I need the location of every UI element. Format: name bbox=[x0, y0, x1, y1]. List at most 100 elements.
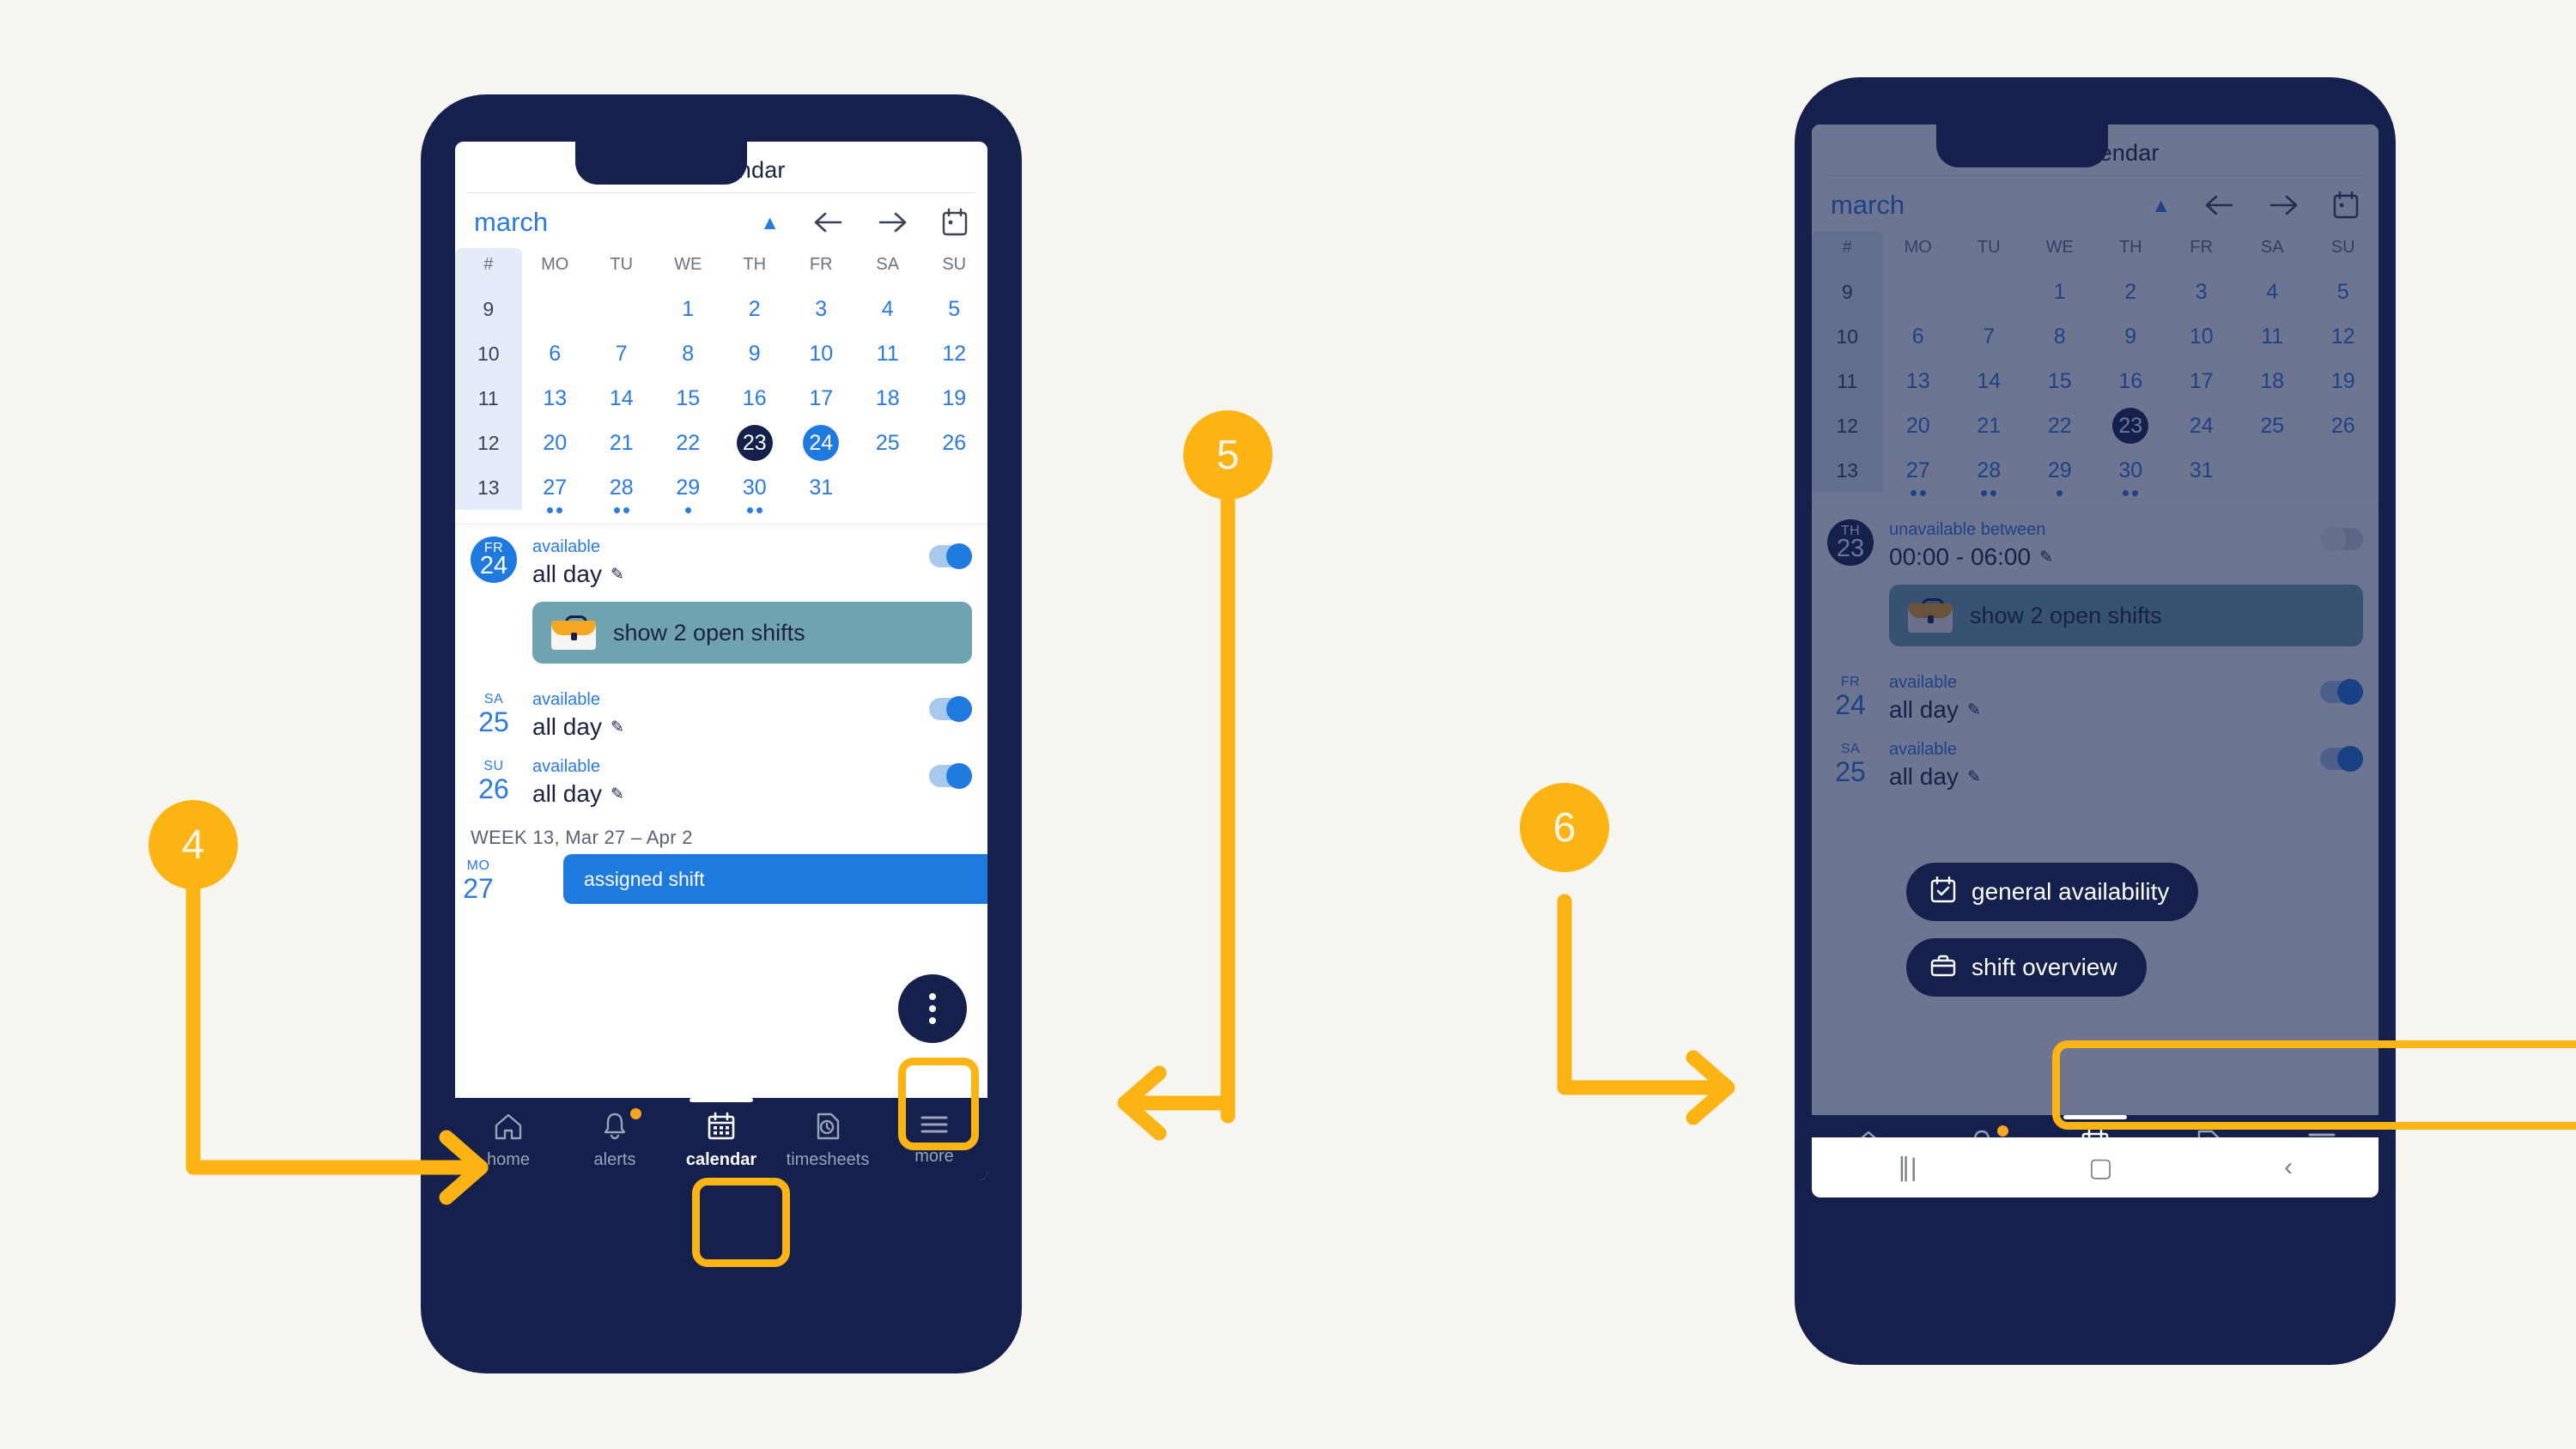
dot bbox=[929, 993, 936, 1000]
nav-item-timesheets[interactable]: timesheets bbox=[775, 1098, 881, 1170]
day-number: 19 bbox=[942, 385, 967, 410]
open-shifts-button[interactable]: show 2 open shifts bbox=[532, 602, 972, 664]
pencil-icon[interactable]: ✎ bbox=[611, 565, 624, 585]
more-options-fab[interactable] bbox=[898, 974, 967, 1043]
calendar-day-1[interactable]: 1 bbox=[655, 287, 722, 331]
highlight-more-options-fab bbox=[898, 1058, 979, 1150]
assigned-shift-bar[interactable]: assigned shift bbox=[563, 854, 987, 904]
event-row[interactable]: FR24 available all day✎ bbox=[455, 524, 987, 591]
calendar-day-empty bbox=[921, 465, 988, 510]
calendar-col-su: SU bbox=[942, 255, 967, 274]
calendar-day-23[interactable]: 23 bbox=[721, 421, 788, 465]
day-weekday: SU bbox=[483, 759, 504, 773]
open-shifts-label: show 2 open shifts bbox=[613, 619, 805, 646]
calendar-day-6[interactable]: 6 bbox=[522, 331, 589, 376]
android-system-nav[interactable]: ∥| ▢ ‹ bbox=[1812, 1137, 2379, 1197]
month-label[interactable]: march bbox=[474, 207, 548, 238]
availability-toggle[interactable] bbox=[929, 763, 972, 789]
nav-item-label: home bbox=[486, 1150, 531, 1169]
day-number: 28 bbox=[609, 475, 634, 500]
day-number: 27 bbox=[463, 873, 494, 904]
calendar-day-8[interactable]: 8 bbox=[655, 331, 722, 376]
day-weekday: SA bbox=[483, 692, 504, 706]
calendar-app-phone1: my calendar march ▲ #MOTUWETHFRSASU 9123… bbox=[455, 142, 987, 1180]
arrow-right-icon[interactable] bbox=[878, 210, 907, 234]
next-week-row[interactable]: MO 27 assigned shift bbox=[455, 854, 987, 904]
calendar-day-2[interactable]: 2 bbox=[721, 287, 788, 331]
nav-item-alerts[interactable]: alerts bbox=[562, 1098, 668, 1170]
calendar-week-row: 11 13 14 15 16 17 18 19 bbox=[455, 376, 987, 421]
calendar-day-20[interactable]: 20 bbox=[522, 421, 589, 465]
back-icon[interactable]: ‹ bbox=[2284, 1153, 2293, 1182]
day-number: 25 bbox=[478, 706, 509, 737]
calendar-day-12[interactable]: 12 bbox=[921, 331, 988, 376]
calendar-app-phone2: my calendar march ▲ #MOTUWETHFRSASU 9123… bbox=[1812, 124, 2379, 1197]
nav-item-home[interactable]: home bbox=[455, 1098, 562, 1170]
pencil-icon[interactable]: ✎ bbox=[611, 718, 624, 737]
day-number: 31 bbox=[809, 475, 834, 500]
calendar-day-31[interactable]: 31 bbox=[788, 465, 855, 510]
calendar-day-13[interactable]: 13 bbox=[522, 376, 589, 421]
calendar-day-9[interactable]: 9 bbox=[721, 331, 788, 376]
calendar-day-24[interactable]: 24 bbox=[788, 421, 855, 465]
week-number: 13 bbox=[455, 465, 522, 510]
day-number: 13 bbox=[543, 385, 568, 410]
day-number: 11 bbox=[876, 341, 899, 366]
day-number: 27 bbox=[543, 475, 568, 500]
day-number: 30 bbox=[742, 475, 767, 500]
menu-item-shift-overview[interactable]: shift overview bbox=[1906, 938, 2147, 997]
arrow-left-icon[interactable] bbox=[814, 210, 843, 234]
calendar-day-28[interactable]: 28 bbox=[588, 465, 655, 513]
day-number: 3 bbox=[815, 296, 828, 321]
calendar-day-17[interactable]: 17 bbox=[788, 376, 855, 421]
availability-toggle[interactable] bbox=[929, 696, 972, 722]
calendar-day-10[interactable]: 10 bbox=[788, 331, 855, 376]
pencil-icon[interactable]: ✎ bbox=[611, 785, 624, 804]
calendar-day-30[interactable]: 30 bbox=[721, 465, 788, 513]
availability-time[interactable]: all day✎ bbox=[532, 561, 929, 588]
event-row[interactable]: SA25 available all day✎ bbox=[455, 677, 987, 744]
calendar-grid-phone1[interactable]: # MO TU WE TH FR SA SU 9 1 2 3 4 5 10 6 7 8 9 10 11 12 11 13 14… bbox=[455, 248, 988, 513]
calendar-day-25[interactable]: 25 bbox=[854, 421, 921, 465]
assigned-shift-label: assigned shift bbox=[584, 867, 705, 890]
calendar-week-row: 13 27 28 29 30 31 bbox=[455, 465, 988, 513]
event-row[interactable]: SU 26 available all day ✎ bbox=[455, 744, 987, 811]
calendar-day-26[interactable]: 26 bbox=[921, 421, 988, 465]
calendar-day-4[interactable]: 4 bbox=[854, 287, 921, 331]
calendar-day-11[interactable]: 11 bbox=[854, 331, 921, 376]
home-icon[interactable]: ▢ bbox=[2088, 1153, 2112, 1183]
availability-toggle[interactable] bbox=[929, 543, 972, 569]
calendar-today-icon[interactable] bbox=[941, 208, 969, 237]
menu-item-general-availability[interactable]: general availability bbox=[1906, 863, 2199, 921]
calendar-body[interactable]: 9123451067891011121113141516171819122021… bbox=[455, 287, 988, 513]
calendar-day-29[interactable]: 29 bbox=[655, 465, 722, 513]
calendar-day-16[interactable]: 16 bbox=[721, 376, 788, 421]
availability-time[interactable]: all day✎ bbox=[532, 713, 929, 741]
modal-dim-overlay[interactable] bbox=[1812, 124, 2379, 1197]
day-number: 2 bbox=[748, 296, 761, 321]
fab-popup-menu[interactable]: general availability shift overview bbox=[1906, 863, 2199, 997]
calendar-day-14[interactable]: 14 bbox=[588, 376, 655, 421]
briefcase-icon bbox=[1930, 953, 1956, 983]
dot bbox=[929, 1017, 936, 1024]
day-number: 26 bbox=[942, 430, 967, 455]
calendar-day-21[interactable]: 21 bbox=[588, 421, 655, 465]
calendar-day-3[interactable]: 3 bbox=[788, 287, 855, 331]
calendar-day-7[interactable]: 7 bbox=[588, 331, 655, 376]
recents-icon[interactable]: ∥| bbox=[1898, 1153, 1917, 1183]
calendar-icon bbox=[707, 1112, 736, 1145]
calendar-day-22[interactable]: 22 bbox=[655, 421, 722, 465]
nav-item-label: calendar bbox=[685, 1150, 757, 1169]
event-dot bbox=[756, 507, 762, 513]
nav-item-calendar[interactable]: calendar bbox=[668, 1098, 775, 1170]
calendar-day-27[interactable]: 27 bbox=[522, 465, 589, 513]
event-dot bbox=[684, 507, 691, 513]
calendar-day-5[interactable]: 5 bbox=[921, 287, 988, 331]
day-badge: MO 27 bbox=[455, 856, 501, 904]
chevron-up-icon[interactable]: ▲ bbox=[760, 212, 780, 233]
calendar-day-15[interactable]: 15 bbox=[655, 376, 722, 421]
calendar-day-18[interactable]: 18 bbox=[854, 376, 921, 421]
calendar-day-19[interactable]: 19 bbox=[921, 376, 988, 421]
availability-time[interactable]: all day✎ bbox=[532, 780, 929, 808]
calendar-day-empty bbox=[522, 287, 589, 331]
